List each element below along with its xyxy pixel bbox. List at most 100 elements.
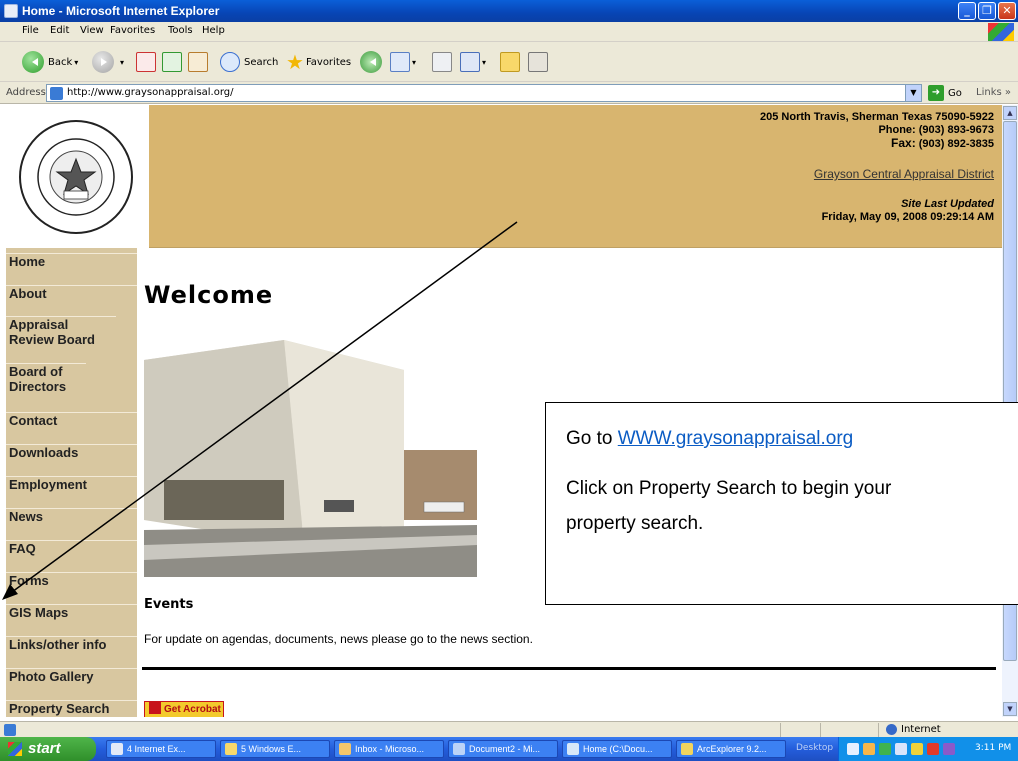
start-label: start	[28, 740, 61, 757]
tray-icon[interactable]	[943, 743, 955, 755]
menu-edit[interactable]: Edit	[50, 25, 69, 36]
start-button[interactable]: start	[0, 737, 96, 761]
ie-icon	[4, 4, 18, 18]
window-title: Home - Microsoft Internet Explorer	[22, 4, 220, 18]
sidebar-item-downloads[interactable]: Downloads	[6, 444, 137, 460]
sidebar-item-photo-gallery[interactable]: Photo Gallery	[6, 668, 137, 684]
status-bar: Internet	[0, 721, 1018, 737]
desktop-toolbar-label[interactable]: Desktop	[796, 743, 833, 753]
taskbar-item-arcexplorer[interactable]: ArcExplorer 9.2...	[676, 740, 786, 758]
tray-icon[interactable]	[895, 743, 907, 755]
tray-icon[interactable]	[911, 743, 923, 755]
gcad-logo	[6, 105, 149, 248]
tray-icon[interactable]	[927, 743, 939, 755]
building-photo	[144, 330, 477, 577]
status-divider	[780, 723, 781, 737]
address-url: http://www.graysonappraisal.org/	[67, 87, 234, 98]
scroll-down-icon[interactable]: ▼	[1003, 702, 1017, 716]
menu-bar: File Edit View Favorites Tools Help	[0, 22, 1018, 42]
print-button[interactable]	[432, 48, 452, 76]
page-icon	[50, 87, 63, 100]
updated-date: Friday, May 09, 2008 09:29:14 AM	[821, 211, 994, 223]
phone-number: Phone: (903) 893-9673	[878, 124, 994, 136]
taskbar-item-explorer[interactable]: 5 Windows E...	[220, 740, 330, 758]
refresh-icon	[162, 52, 182, 72]
callout-line-3: property search.	[566, 513, 704, 534]
status-divider	[820, 723, 821, 737]
forward-button[interactable]: ▾	[92, 48, 124, 76]
get-acrobat-button[interactable]: Get Acrobat	[144, 701, 224, 717]
menu-help[interactable]: Help	[202, 25, 225, 36]
mail-button[interactable]: ▾	[390, 48, 416, 76]
ie-icon	[111, 743, 123, 755]
sidebar-item-about[interactable]: About	[6, 285, 137, 301]
chevron-down-icon: ▾	[120, 57, 125, 67]
menu-file[interactable]: File	[22, 25, 39, 36]
sidebar-item-employment[interactable]: Employment	[6, 476, 137, 492]
windows-logo-icon	[988, 23, 1014, 41]
chevron-down-icon: ▾	[482, 57, 487, 67]
refresh-button[interactable]	[162, 48, 182, 76]
address-input[interactable]: http://www.graysonappraisal.org/ ▼	[46, 84, 922, 102]
search-icon	[220, 52, 240, 72]
sidebar-item-contact[interactable]: Contact	[6, 412, 137, 428]
tray-icon[interactable]	[847, 743, 859, 755]
taskbar-item-home[interactable]: Home (C:\Docu...	[562, 740, 672, 758]
callout-link[interactable]: WWW.graysonappraisal.org	[618, 428, 853, 449]
acrobat-icon	[149, 702, 161, 714]
sidebar-item-links[interactable]: Links/other info	[6, 636, 137, 652]
gcad-home-link[interactable]: Grayson Central Appraisal District	[814, 167, 994, 181]
favorites-label: Favorites	[305, 56, 352, 68]
sidebar-item-appraisal-review-board[interactable]: Appraisal Review Board	[6, 316, 116, 347]
links-button[interactable]: Links »	[976, 87, 1011, 98]
taskbar-item-word[interactable]: Document2 - Mi...	[448, 740, 558, 758]
page-title: Welcome	[144, 281, 274, 309]
menu-favorites[interactable]: Favorites	[110, 25, 155, 36]
forward-arrow-icon	[92, 51, 114, 73]
minimize-button[interactable]: _	[958, 2, 976, 20]
menu-view[interactable]: View	[80, 25, 104, 36]
stop-button[interactable]	[136, 48, 156, 76]
restore-button[interactable]: ❐	[978, 2, 996, 20]
favorites-button[interactable]: ★ Favorites	[286, 48, 351, 76]
ie-page-icon	[4, 724, 16, 736]
seal-icon	[19, 120, 133, 234]
back-arrow-icon	[22, 51, 44, 73]
research-icon	[528, 52, 548, 72]
folder-icon	[500, 52, 520, 72]
menu-tools[interactable]: Tools	[168, 25, 193, 36]
go-arrow-icon: ➜	[928, 85, 944, 101]
task-label: 4 Internet Ex...	[127, 744, 186, 754]
sidebar-item-home[interactable]: Home	[6, 253, 137, 269]
home-button[interactable]	[188, 48, 208, 76]
title-bar[interactable]: Home - Microsoft Internet Explorer _ ❐ ✕	[0, 0, 1018, 22]
sidebar-item-news[interactable]: News	[6, 508, 137, 524]
research-button[interactable]	[528, 48, 548, 76]
callout-goto: Go to	[566, 428, 618, 449]
close-button[interactable]: ✕	[998, 2, 1016, 20]
chevron-down-icon[interactable]: ▼	[905, 85, 921, 101]
tray-icon[interactable]	[863, 743, 875, 755]
taskbar-item-ie[interactable]: 4 Internet Ex...	[106, 740, 216, 758]
search-button[interactable]: Search	[220, 48, 278, 76]
sidebar-item-property-search[interactable]: Property Search	[6, 700, 137, 716]
sidebar-item-board-of-directors[interactable]: Board of Directors	[6, 363, 86, 394]
back-button[interactable]: Back ▾	[22, 48, 78, 76]
sidebar-item-forms[interactable]: Forms	[6, 572, 137, 588]
folder-button[interactable]	[500, 48, 520, 76]
scroll-up-icon[interactable]: ▲	[1003, 106, 1017, 120]
history-button[interactable]	[360, 48, 386, 76]
history-icon	[360, 51, 382, 73]
acrobat-label: Get Acrobat	[164, 704, 221, 715]
windows-flag-icon	[8, 742, 22, 756]
outlook-icon	[339, 743, 351, 755]
clock[interactable]: 3:11 PM	[975, 743, 1011, 753]
edit-button[interactable]: ▾	[460, 48, 486, 76]
system-tray: 3:11 PM	[838, 737, 1018, 761]
sidebar-item-gis-maps[interactable]: GIS Maps	[6, 604, 137, 620]
go-button[interactable]: ➜ Go	[928, 85, 962, 101]
sidebar-item-faq[interactable]: FAQ	[6, 540, 137, 556]
tray-icon[interactable]	[879, 743, 891, 755]
fax-label: Fax:	[891, 136, 916, 150]
taskbar-item-outlook[interactable]: Inbox - Microso...	[334, 740, 444, 758]
